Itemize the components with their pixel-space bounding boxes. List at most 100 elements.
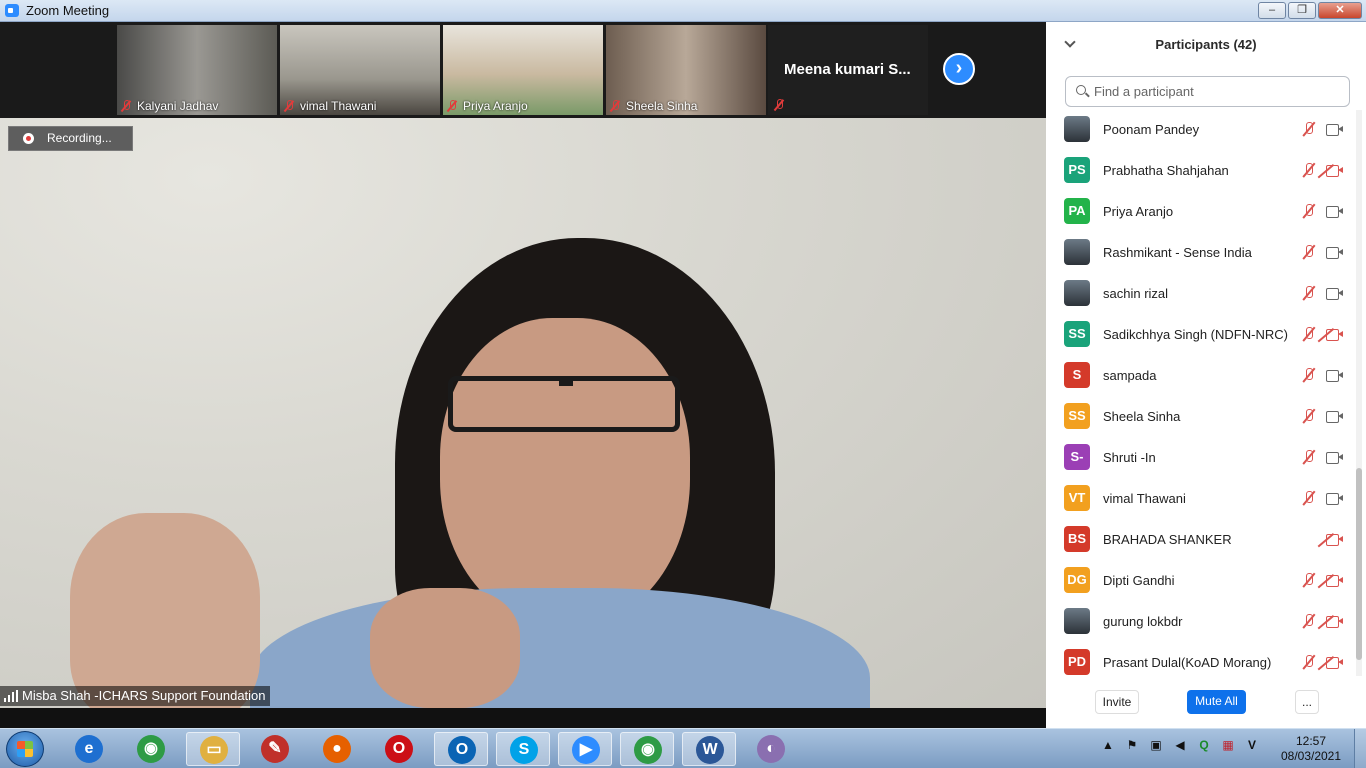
mic-muted-icon[interactable] bbox=[1302, 163, 1316, 179]
participant-row[interactable]: Poonam Pandey bbox=[1046, 110, 1358, 151]
camera-icon[interactable] bbox=[1326, 124, 1343, 136]
participants-panel: Participants (42) Find a participant Poo… bbox=[1046, 22, 1366, 728]
video-thumbnail[interactable]: Priya Aranjo bbox=[443, 25, 603, 115]
participant-avatar: VT bbox=[1064, 485, 1090, 511]
recording-label: Recording... bbox=[47, 131, 112, 145]
chrome-icon: ◉ bbox=[137, 735, 165, 763]
network-icon[interactable]: ▣ bbox=[1148, 737, 1164, 753]
taskbar-internet-explorer-button[interactable]: e bbox=[62, 732, 116, 766]
thumbnail-label: vimal Thawani bbox=[284, 99, 376, 113]
participant-avatar bbox=[1064, 280, 1090, 306]
tray-app-icon[interactable]: V bbox=[1244, 737, 1260, 753]
name-only-tile[interactable]: Meena kumari S... bbox=[768, 25, 928, 115]
mic-muted-icon[interactable] bbox=[1302, 204, 1316, 220]
tray-arrow-icon[interactable]: ▲ bbox=[1100, 737, 1116, 753]
participant-name: sampada bbox=[1103, 368, 1157, 383]
mic-muted-icon[interactable] bbox=[1302, 327, 1316, 343]
video-thumbnail[interactable]: vimal Thawani bbox=[280, 25, 440, 115]
name-only-tile-label: Meena kumari S... bbox=[784, 61, 911, 78]
participant-search-input[interactable]: Find a participant bbox=[1065, 76, 1350, 107]
camera-icon[interactable] bbox=[1326, 247, 1343, 259]
record-icon bbox=[23, 133, 34, 144]
tray-app-icon[interactable]: ▦ bbox=[1220, 737, 1236, 753]
camera-icon[interactable] bbox=[1326, 411, 1343, 423]
mic-muted-icon[interactable] bbox=[1302, 122, 1316, 138]
participant-row[interactable]: PS Prabhatha Shahjahan bbox=[1046, 151, 1358, 192]
participant-avatar: BS bbox=[1064, 526, 1090, 552]
taskbar-opera-button[interactable]: O bbox=[372, 732, 426, 766]
participant-row[interactable]: PA Priya Aranjo bbox=[1046, 192, 1358, 233]
mic-muted-icon[interactable] bbox=[1302, 245, 1316, 261]
participant-row[interactable]: SS Sheela Sinha bbox=[1046, 397, 1358, 438]
taskbar-outlook-button[interactable]: O bbox=[434, 732, 488, 766]
camera-icon[interactable] bbox=[1326, 493, 1343, 505]
show-desktop-button[interactable] bbox=[1354, 729, 1366, 768]
mic-muted-icon[interactable] bbox=[1302, 450, 1316, 466]
taskbar-chrome-2-button[interactable]: ◉ bbox=[620, 732, 674, 766]
recording-indicator[interactable]: Recording... bbox=[8, 126, 133, 151]
tray-flag-icon[interactable]: ⚑ bbox=[1124, 737, 1140, 753]
system-clock[interactable]: 12:57 08/03/2021 bbox=[1276, 734, 1346, 764]
thumbnail-name: Priya Aranjo bbox=[463, 99, 528, 113]
taskbar-paint-app-button[interactable]: ✎ bbox=[248, 732, 302, 766]
taskbar-chrome-button[interactable]: ◉ bbox=[124, 732, 178, 766]
mic-muted-icon[interactable] bbox=[1302, 286, 1316, 302]
participant-row[interactable]: sachin rizal bbox=[1046, 274, 1358, 315]
participant-row[interactable]: DG Dipti Gandhi bbox=[1046, 561, 1358, 602]
mic-muted-icon[interactable] bbox=[1302, 491, 1316, 507]
taskbar-word-button[interactable]: W bbox=[682, 732, 736, 766]
participant-row[interactable]: SS Sadikchhya Singh (NDFN-NRC) bbox=[1046, 315, 1358, 356]
next-page-button[interactable]: › bbox=[943, 53, 975, 85]
participant-row[interactable]: S- Shruti -In bbox=[1046, 438, 1358, 479]
video-thumbnail[interactable]: Sheela Sinha bbox=[606, 25, 766, 115]
mic-muted-icon bbox=[284, 100, 294, 112]
participant-row[interactable]: Ssampada bbox=[1046, 356, 1358, 397]
participants-header: Participants (42) bbox=[1046, 22, 1366, 66]
participant-avatar: SS bbox=[1064, 321, 1090, 347]
camera-icon[interactable] bbox=[1326, 370, 1343, 382]
mic-muted-icon[interactable] bbox=[1302, 573, 1316, 589]
participant-list-scrollbar[interactable] bbox=[1356, 110, 1362, 676]
mute-all-button[interactable]: Mute All bbox=[1187, 690, 1246, 714]
participant-row[interactable]: gurung lokbdr bbox=[1046, 602, 1358, 643]
mic-muted-icon[interactable] bbox=[1302, 409, 1316, 425]
thumbnail-name: vimal Thawani bbox=[300, 99, 377, 113]
active-speaker-video: Recording... bbox=[0, 118, 1046, 708]
taskbar-file-explorer-button[interactable]: ▭ bbox=[186, 732, 240, 766]
participant-avatar: S- bbox=[1064, 444, 1090, 470]
participant-row[interactable]: BS BRAHADA SHANKER bbox=[1046, 520, 1358, 561]
taskbar-zoom-button[interactable]: ▶ bbox=[558, 732, 612, 766]
mic-muted-icon[interactable] bbox=[1302, 655, 1316, 671]
search-icon bbox=[1076, 85, 1086, 95]
opera-icon: O bbox=[385, 735, 413, 763]
mic-muted-icon[interactable] bbox=[1302, 368, 1316, 384]
camera-icon[interactable] bbox=[1326, 288, 1343, 300]
skype-icon: S bbox=[510, 736, 538, 764]
maximize-button[interactable]: ❐ bbox=[1288, 2, 1316, 19]
taskbar-firefox-button[interactable]: ● bbox=[310, 732, 364, 766]
invite-button[interactable]: Invite bbox=[1095, 690, 1139, 714]
video-thumbnail[interactable]: Kalyani Jadhav bbox=[117, 25, 277, 115]
camera-icon[interactable] bbox=[1326, 206, 1343, 218]
tray-app-icon[interactable]: Q bbox=[1196, 737, 1212, 753]
minimize-button[interactable]: – bbox=[1258, 2, 1286, 19]
close-button[interactable]: ✕ bbox=[1318, 2, 1362, 19]
camera-icon[interactable] bbox=[1326, 452, 1343, 464]
volume-icon[interactable]: ◀ bbox=[1172, 737, 1188, 753]
more-options-button[interactable]: ... bbox=[1295, 690, 1319, 714]
outlook-icon: O bbox=[448, 736, 476, 764]
scrollbar-thumb[interactable] bbox=[1356, 468, 1362, 660]
start-button[interactable] bbox=[6, 731, 44, 767]
participant-list: Poonam Pandey PS Prabhatha Shahjahan PA Priy… bbox=[1046, 110, 1358, 676]
thumbnail-name: Kalyani Jadhav bbox=[137, 99, 219, 113]
internet-explorer-icon: e bbox=[75, 735, 103, 763]
participant-name: Poonam Pandey bbox=[1103, 122, 1200, 137]
participant-row[interactable]: VT vimal Thawani bbox=[1046, 479, 1358, 520]
taskbar-skype-button[interactable]: S bbox=[496, 732, 550, 766]
taskbar-paint-button[interactable]: ◐ bbox=[744, 732, 798, 766]
video-bottom-bar bbox=[0, 708, 1046, 728]
participant-row[interactable]: PD Prasant Dulal(KoAD Morang) bbox=[1046, 643, 1358, 676]
mic-muted-icon[interactable] bbox=[1302, 614, 1316, 630]
active-speaker-name: Misba Shah -ICHARS Support Foundation bbox=[22, 688, 266, 703]
participant-row[interactable]: Rashmikant - Sense India bbox=[1046, 233, 1358, 274]
